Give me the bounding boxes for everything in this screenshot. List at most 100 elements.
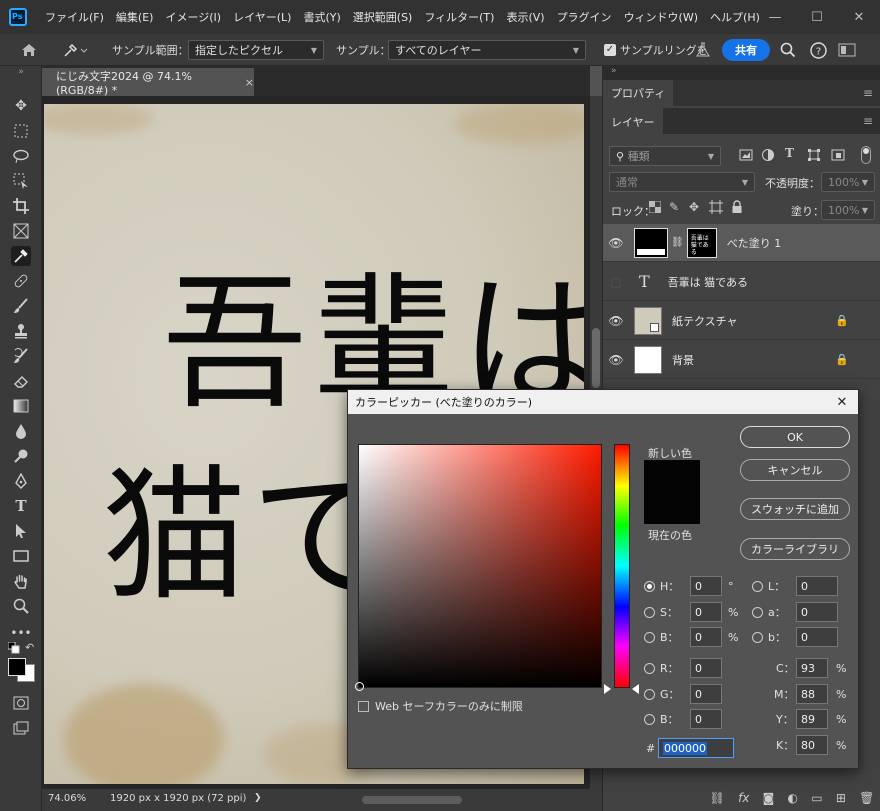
visibility-hidden-box[interactable]: ▢ [603,275,629,289]
filter-pixel-icon[interactable] [739,148,753,162]
status-arrow-icon[interactable]: ❯ [254,793,262,803]
more-tools-icon[interactable]: ••• [10,623,31,643]
green-input[interactable]: 0 [690,684,722,704]
lab-l-radio[interactable]: L： [752,576,785,596]
hue-radio[interactable]: H： [644,576,679,596]
lab-b-input[interactable]: 0 [796,627,838,647]
panel-menu-icon[interactable]: ≡ [863,114,873,128]
menu-plugins[interactable]: プラグイン [551,9,618,25]
zoom-tool-icon[interactable] [11,596,31,616]
saturation-brightness-field[interactable] [355,444,602,691]
pen-tool-icon[interactable] [11,471,31,491]
filter-shape-icon[interactable] [807,148,821,162]
blue-input[interactable]: 0 [690,709,722,729]
group-folder-icon[interactable]: ▭ [811,791,822,805]
workspace-icon[interactable] [838,34,856,66]
menu-edit[interactable]: 編集(E) [110,9,160,25]
collapse-icon[interactable]: » [11,66,31,78]
magenta-input[interactable]: 88 [796,684,828,704]
layer-name[interactable]: べた塗り 1 [727,235,782,251]
menu-file[interactable]: ファイル(F) [39,9,110,25]
visibility-eye-icon[interactable]: 👁 [603,314,629,328]
dodge-tool-icon[interactable] [11,446,31,466]
lab-b-radio[interactable]: b： [752,627,786,647]
lasso-tool-icon[interactable] [11,146,31,166]
blue-radio[interactable]: B： [644,709,679,729]
layer-name[interactable]: 吾輩は 猫である [668,274,748,290]
yellow-input[interactable]: 89 [796,709,828,729]
red-input[interactable]: 0 [690,658,722,678]
history-brush-tool-icon[interactable] [11,346,31,366]
sample-size-dropdown[interactable]: 指定したピクセル ▼ [188,40,324,60]
home-icon[interactable] [20,34,38,66]
horizontal-scrollbar-thumb[interactable] [362,796,462,804]
lab-l-input[interactable]: 0 [796,576,838,596]
saturation-radio[interactable]: S： [644,602,678,622]
filter-smart-object-icon[interactable] [831,148,845,162]
visibility-eye-icon[interactable]: 👁 [603,353,629,367]
link-layers-icon[interactable]: ⛓ [710,791,725,805]
brightness-radio[interactable]: B： [644,627,679,647]
layer-row-background[interactable]: 👁 背景 🔒 [603,341,880,379]
visibility-eye-icon[interactable]: 👁 [603,236,629,250]
delete-layer-icon[interactable]: 🗑 [859,791,874,805]
blur-tool-icon[interactable] [11,421,31,441]
lock-image-icon[interactable]: ✎ [669,200,679,214]
foreground-color-swatch[interactable] [8,658,26,676]
brush-tool-icon[interactable] [11,296,31,316]
tab-properties[interactable]: プロパティ [603,80,674,106]
collapse-icon[interactable]: » [611,66,617,76]
move-tool-icon[interactable]: ✥ [11,96,31,116]
adjustment-layer-icon[interactable]: ◐ [788,791,798,805]
share-button[interactable]: 共有 [722,39,770,61]
frame-tool-icon[interactable] [11,221,31,241]
layer-name[interactable]: 紙テクスチャ [672,313,738,329]
gradient-tool-icon[interactable] [11,396,31,416]
lab-a-radio[interactable]: a： [752,602,786,622]
clone-stamp-tool-icon[interactable] [11,321,31,341]
eyedropper-tool-icon[interactable] [11,246,31,266]
close-tab-icon[interactable]: × [245,76,254,89]
layer-filter-dropdown[interactable]: ⚲ 種類 ▼ [609,146,721,166]
dialog-titlebar[interactable]: カラーピッカー (べた塗りのカラー) ✕ [348,390,858,414]
help-icon[interactable]: ? [810,34,827,66]
hue-slider-left-arrow[interactable] [604,684,611,694]
quick-mask-icon[interactable] [11,693,31,713]
healing-brush-tool-icon[interactable] [11,271,31,291]
lock-transparent-icon[interactable] [648,200,662,214]
path-selection-tool-icon[interactable] [11,521,31,541]
close-window-button[interactable]: ✕ [838,0,880,34]
close-icon[interactable]: ✕ [832,392,852,412]
cancel-button[interactable]: キャンセル [740,459,850,481]
layer-row-fill[interactable]: 👁 ⛓ 吾輩は猫である べた塗り 1 [603,224,880,262]
lock-position-icon[interactable]: ✥ [689,200,699,214]
menu-view[interactable]: 表示(V) [500,9,550,25]
hex-input[interactable]: 000000 [658,738,734,758]
add-to-swatches-button[interactable]: スウォッチに追加 [740,498,850,520]
menu-image[interactable]: イメージ(I) [159,9,227,25]
add-mask-icon[interactable]: ◙ [763,791,775,805]
green-radio[interactable]: G： [644,684,680,704]
menu-filter[interactable]: フィルター(T) [418,9,500,25]
web-safe-checkbox[interactable]: Web セーフカラーのみに制限 [358,696,523,716]
hue-slider[interactable] [614,444,630,688]
layer-row-paper[interactable]: 👁 紙テクスチャ 🔒 [603,302,880,340]
marquee-tool-icon[interactable] [11,121,31,141]
new-layer-icon[interactable]: ⊞ [836,791,846,805]
object-selection-tool-icon[interactable] [11,171,31,191]
black-input[interactable]: 80 [796,735,828,755]
hand-tool-icon[interactable] [11,571,31,591]
scrollbar-thumb[interactable] [592,328,600,388]
link-icon[interactable]: ⛓ [671,237,684,248]
hue-input[interactable]: 0 [690,576,722,596]
opacity-field[interactable]: 100% ▼ [821,172,875,192]
hue-slider-right-arrow[interactable] [632,684,639,694]
layer-row-text[interactable]: ▢ T 吾輩は 猫である [603,263,880,301]
color-libraries-button[interactable]: カラーライブラリ [740,538,850,560]
menu-type[interactable]: 書式(Y) [297,9,346,25]
sample-layers-dropdown[interactable]: すべてのレイヤー ▼ [388,40,586,60]
blend-mode-dropdown[interactable]: 通常 ▼ [609,172,755,192]
rectangle-tool-icon[interactable] [11,546,31,566]
show-sampling-ring-checkbox[interactable]: ✓ サンプルリングを [604,34,708,66]
panel-menu-icon[interactable]: ≡ [863,86,873,100]
